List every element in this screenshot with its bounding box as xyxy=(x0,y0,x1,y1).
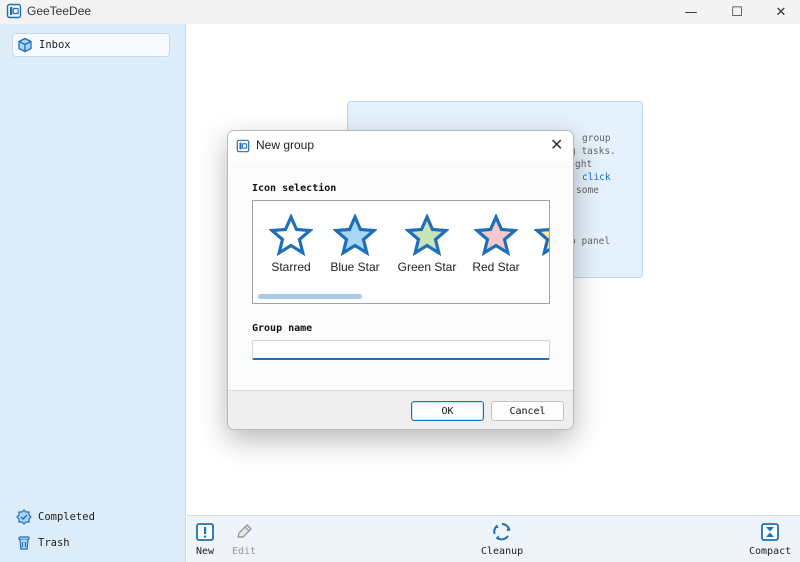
icon-option-label: Ye xyxy=(549,260,550,274)
trash-icon xyxy=(16,535,32,551)
star-icon xyxy=(474,214,518,256)
hint-text: g tasks. xyxy=(570,146,616,157)
edit-pencil-icon xyxy=(237,524,252,538)
star-icon xyxy=(534,228,549,256)
sidebar-item-trash[interactable]: Trash xyxy=(16,535,70,551)
icon-option-starred[interactable]: Starred xyxy=(256,214,326,274)
completed-badge-icon xyxy=(16,509,32,525)
group-name-label: Group name xyxy=(252,323,313,334)
icon-selection-label: Icon selection xyxy=(252,183,337,194)
maximize-button[interactable]: ☐ xyxy=(714,0,760,24)
hint-click-link[interactable]: click xyxy=(582,172,611,183)
dialog-footer: OK Cancel xyxy=(228,390,573,429)
dialog-header: New group ✕ xyxy=(228,131,573,161)
cancel-button[interactable]: Cancel xyxy=(491,401,564,421)
dialog-close-button[interactable]: ✕ xyxy=(550,135,563,154)
icon-option-blue-star[interactable]: Blue Star xyxy=(320,214,390,274)
star-icon xyxy=(405,214,449,256)
app-logo-icon xyxy=(6,3,22,19)
edit-label: Edit xyxy=(232,546,257,557)
new-group-dialog: New group ✕ Icon selection Starred Blue … xyxy=(227,130,574,430)
icon-option-green-star[interactable]: Green Star xyxy=(392,214,462,274)
sidebar-item-label: Trash xyxy=(38,537,70,549)
sidebar-item-inbox[interactable]: Inbox xyxy=(12,33,170,57)
hint-text: group xyxy=(582,133,611,144)
icon-option-label: Blue Star xyxy=(330,260,380,274)
bottom-toolbar: New Edit Cleanup Compact xyxy=(187,515,800,562)
horizontal-scrollbar-thumb[interactable] xyxy=(258,294,362,299)
new-button[interactable]: New xyxy=(195,522,215,557)
cleanup-recycle-icon xyxy=(493,523,511,541)
title-bar: GeeTeeDee — ☐ ✕ xyxy=(0,0,800,24)
hint-text: p panel xyxy=(570,236,611,247)
group-name-input[interactable] xyxy=(252,340,550,360)
new-alert-icon xyxy=(196,523,214,541)
edit-button[interactable]: Edit xyxy=(232,522,256,557)
dialog-title: New group xyxy=(256,138,315,152)
cleanup-button[interactable]: Cleanup xyxy=(481,522,523,557)
inbox-box-icon xyxy=(17,37,33,53)
hint-text: ght xyxy=(575,159,593,170)
cleanup-label: Cleanup xyxy=(481,546,524,557)
icon-selection-list[interactable]: Starred Blue Star Green Star Red Star Ye xyxy=(252,200,550,304)
minimize-button[interactable]: — xyxy=(668,0,714,24)
dialog-app-icon xyxy=(236,138,250,157)
compact-button[interactable]: Compact xyxy=(749,522,791,557)
compact-icon xyxy=(761,523,779,541)
icon-option-label: Green Star xyxy=(397,260,457,274)
hint-text: some xyxy=(576,185,599,196)
icon-option-label: Red Star xyxy=(472,260,520,274)
close-window-button[interactable]: ✕ xyxy=(758,0,800,24)
star-icon xyxy=(333,214,377,256)
sidebar-item-label: Inbox xyxy=(39,39,71,51)
sidebar-item-completed[interactable]: Completed xyxy=(16,509,95,525)
star-icon xyxy=(269,214,313,256)
window-title: GeeTeeDee xyxy=(27,4,92,18)
icon-option-yellow-star[interactable]: Ye xyxy=(521,214,550,274)
compact-label: Compact xyxy=(749,546,792,557)
sidebar: Inbox Completed Trash xyxy=(0,24,186,562)
icon-option-label: Starred xyxy=(271,260,311,274)
sidebar-item-label: Completed xyxy=(38,511,95,523)
ok-button[interactable]: OK xyxy=(411,401,484,421)
new-label: New xyxy=(195,546,215,557)
